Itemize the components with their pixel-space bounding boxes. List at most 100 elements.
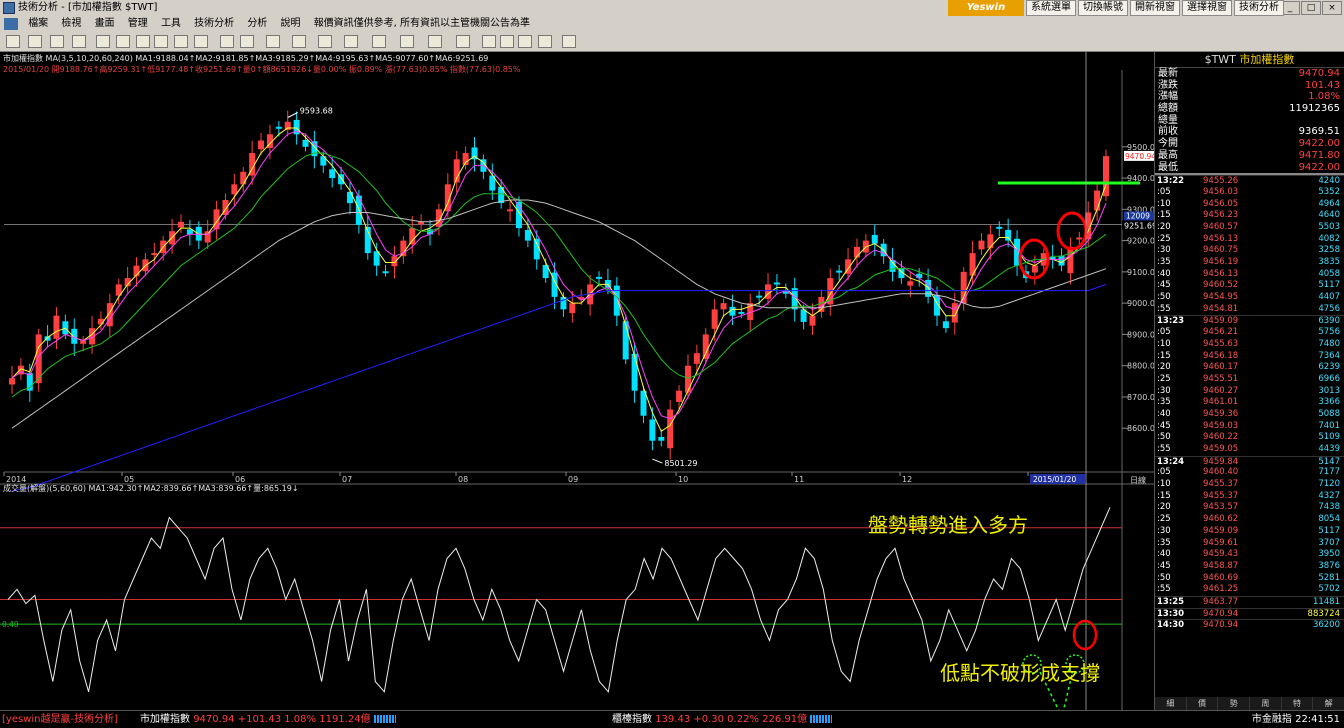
menu-file[interactable]: 檔案 — [23, 16, 53, 32]
delete-icon[interactable] — [518, 35, 532, 48]
print-icon[interactable] — [538, 35, 552, 48]
tick-row[interactable]: :10 9456.05 4964 — [1155, 199, 1344, 211]
fib-tool-icon[interactable] — [318, 35, 332, 48]
tick-row[interactable]: :05 9456.21 5756 — [1155, 327, 1344, 339]
maximize-button[interactable]: □ — [1301, 1, 1321, 15]
ohlc-header: 2015/01/20 開9188.76↑高9259.31↑低9177.48↑收9… — [3, 65, 521, 74]
draw-tool-icon[interactable] — [220, 35, 234, 48]
tick-row[interactable]: :15 9455.37 4327 — [1155, 491, 1344, 503]
tech-analysis-button[interactable]: 技術分析 — [1234, 0, 1284, 16]
menu-tools[interactable]: 工具 — [156, 16, 186, 32]
tick-time: :50 — [1157, 572, 1171, 583]
quote-value: 9470.94 — [1298, 68, 1340, 79]
candle-icon[interactable] — [154, 35, 168, 48]
candle-body — [569, 303, 576, 314]
tick-row[interactable]: :25 9455.51 6966 — [1155, 374, 1344, 386]
price-chart-svg[interactable]: 9500.09400.09300.09200.09100.09000.08900… — [0, 52, 1154, 710]
status-index2-bars — [810, 715, 833, 723]
tick-row[interactable]: :20 9460.17 6239 — [1155, 362, 1344, 374]
new-window-button[interactable]: 開新視窗 — [1130, 0, 1180, 16]
tick-row[interactable]: :20 9460.57 5503 — [1155, 222, 1344, 234]
tick-row[interactable]: :55 9459.05 4439 — [1155, 444, 1344, 456]
tick-volume: 7120 — [1318, 479, 1340, 490]
panel-tab[interactable]: 細 — [1155, 697, 1187, 710]
tick-row[interactable]: :55 9454.81 4756 — [1155, 304, 1344, 316]
menu-view[interactable]: 檢視 — [56, 16, 86, 32]
tick-time: :20 — [1157, 221, 1171, 232]
crosshair-tool-icon[interactable] — [28, 35, 42, 48]
text-tool-icon[interactable] — [456, 35, 470, 48]
tick-row[interactable]: :40 9459.43 3950 — [1155, 549, 1344, 561]
ellipse-tool-icon[interactable] — [428, 35, 442, 48]
tick-row[interactable]: 13:25 9463.77 11481 — [1155, 595, 1344, 608]
menu-help[interactable]: 說明 — [276, 16, 306, 32]
tick-row[interactable]: :40 9459.36 5088 — [1155, 409, 1344, 421]
tick-row[interactable]: :45 9458.87 3876 — [1155, 561, 1344, 573]
tick-row[interactable]: :25 9460.62 8054 — [1155, 514, 1344, 526]
select-window-button[interactable]: 選擇視窗 — [1182, 0, 1232, 16]
tick-row[interactable]: 13:22 9455.26 4240 — [1155, 175, 1344, 187]
tick-row[interactable]: :50 9460.69 5281 — [1155, 573, 1344, 585]
close-button[interactable]: × — [1322, 1, 1342, 15]
tick-row[interactable]: 13:24 9459.84 5147 — [1155, 455, 1344, 468]
tick-row[interactable]: :45 9460.52 5117 — [1155, 280, 1344, 292]
cursor-tool-icon[interactable] — [6, 35, 20, 48]
hline-tool-icon[interactable] — [266, 35, 280, 48]
menu-analysis[interactable]: 分析 — [242, 16, 272, 32]
panel-tab[interactable]: 價 — [1187, 697, 1219, 710]
line-tool-icon[interactable] — [240, 35, 254, 48]
tick-row[interactable]: :30 9460.75 3258 — [1155, 245, 1344, 257]
tick-row[interactable]: :30 9460.27 3013 — [1155, 386, 1344, 398]
vline-tool-icon[interactable] — [292, 35, 306, 48]
system-menu-button[interactable]: 系統選單 — [1026, 0, 1076, 16]
candle-body — [907, 281, 914, 286]
period-tool-icon[interactable] — [72, 35, 86, 48]
move-tool-icon[interactable] — [50, 35, 64, 48]
chart-area[interactable]: 9500.0 9400.0 9300.0 9200.0 9100.0 9000.0 8900… — [0, 52, 1154, 710]
channel-tool-icon[interactable] — [344, 35, 358, 48]
quote-row: 總額 11912365 — [1155, 103, 1344, 115]
tick-row[interactable]: :35 9459.61 3707 — [1155, 538, 1344, 550]
switch-account-button[interactable]: 切換帳號 — [1078, 0, 1128, 16]
copy-icon[interactable] — [482, 35, 496, 48]
tick-row[interactable]: :30 9459.09 5117 — [1155, 526, 1344, 538]
tick-row[interactable]: :50 9460.22 5109 — [1155, 432, 1344, 444]
panel-tab[interactable]: 解 — [1313, 697, 1344, 710]
compare-icon[interactable] — [116, 35, 130, 48]
tick-row[interactable]: :25 9456.13 4082 — [1155, 234, 1344, 246]
tick-list[interactable]: 13:22 9455.26 4240:05 9456.03 5352:10 9456.05… — [1155, 173, 1344, 631]
tick-row[interactable]: :20 9453.57 7438 — [1155, 502, 1344, 514]
quote-label: 漲跌 — [1158, 79, 1178, 91]
tick-row[interactable]: :15 9456.18 7364 — [1155, 351, 1344, 363]
tick-row[interactable]: :15 9456.23 4640 — [1155, 210, 1344, 222]
tick-row[interactable]: 13:30 9470.94 883724 — [1155, 607, 1344, 620]
menu-tech-analysis[interactable]: 技術分析 — [189, 16, 239, 32]
menu-manage[interactable]: 管理 — [123, 16, 153, 32]
chart-type-icon[interactable] — [96, 35, 110, 48]
grid-icon[interactable] — [194, 35, 208, 48]
tick-row[interactable]: 13:23 9459.09 6390 — [1155, 315, 1344, 327]
save-icon[interactable] — [562, 35, 576, 48]
rect-tool-icon[interactable] — [400, 35, 414, 48]
tick-row[interactable]: :05 9460.40 7177 — [1155, 467, 1344, 479]
tick-row[interactable]: :40 9456.13 4058 — [1155, 269, 1344, 281]
tick-row[interactable]: 14:30 9470.94 36200 — [1155, 619, 1344, 631]
tick-row[interactable]: :50 9454.95 4407 — [1155, 292, 1344, 304]
panel-tab[interactable]: 勢 — [1218, 697, 1251, 710]
panel-tab[interactable]: 特 — [1282, 697, 1314, 710]
tick-row[interactable]: :55 9461.25 5702 — [1155, 584, 1344, 596]
panel-tab[interactable]: 周 — [1250, 697, 1282, 710]
layout-icon[interactable] — [174, 35, 188, 48]
tick-row[interactable]: :10 9455.63 7480 — [1155, 339, 1344, 351]
y-tick-label: 9500.0 — [1127, 143, 1154, 152]
erase-icon[interactable] — [500, 35, 514, 48]
tick-row[interactable]: :35 9456.19 3835 — [1155, 257, 1344, 269]
tick-row[interactable]: :10 9455.37 7120 — [1155, 479, 1344, 491]
fan-tool-icon[interactable] — [372, 35, 386, 48]
zoom-icon[interactable] — [136, 35, 150, 48]
status-bar: [yeswin越是贏-技術分析] 市加權指數 9470.94 +101.43 1… — [0, 710, 1344, 728]
tick-row[interactable]: :05 9456.03 5352 — [1155, 187, 1344, 199]
menu-screen[interactable]: 畫面 — [90, 16, 120, 32]
tick-row[interactable]: :45 9459.03 7401 — [1155, 421, 1344, 433]
tick-row[interactable]: :35 9461.01 3366 — [1155, 397, 1344, 409]
